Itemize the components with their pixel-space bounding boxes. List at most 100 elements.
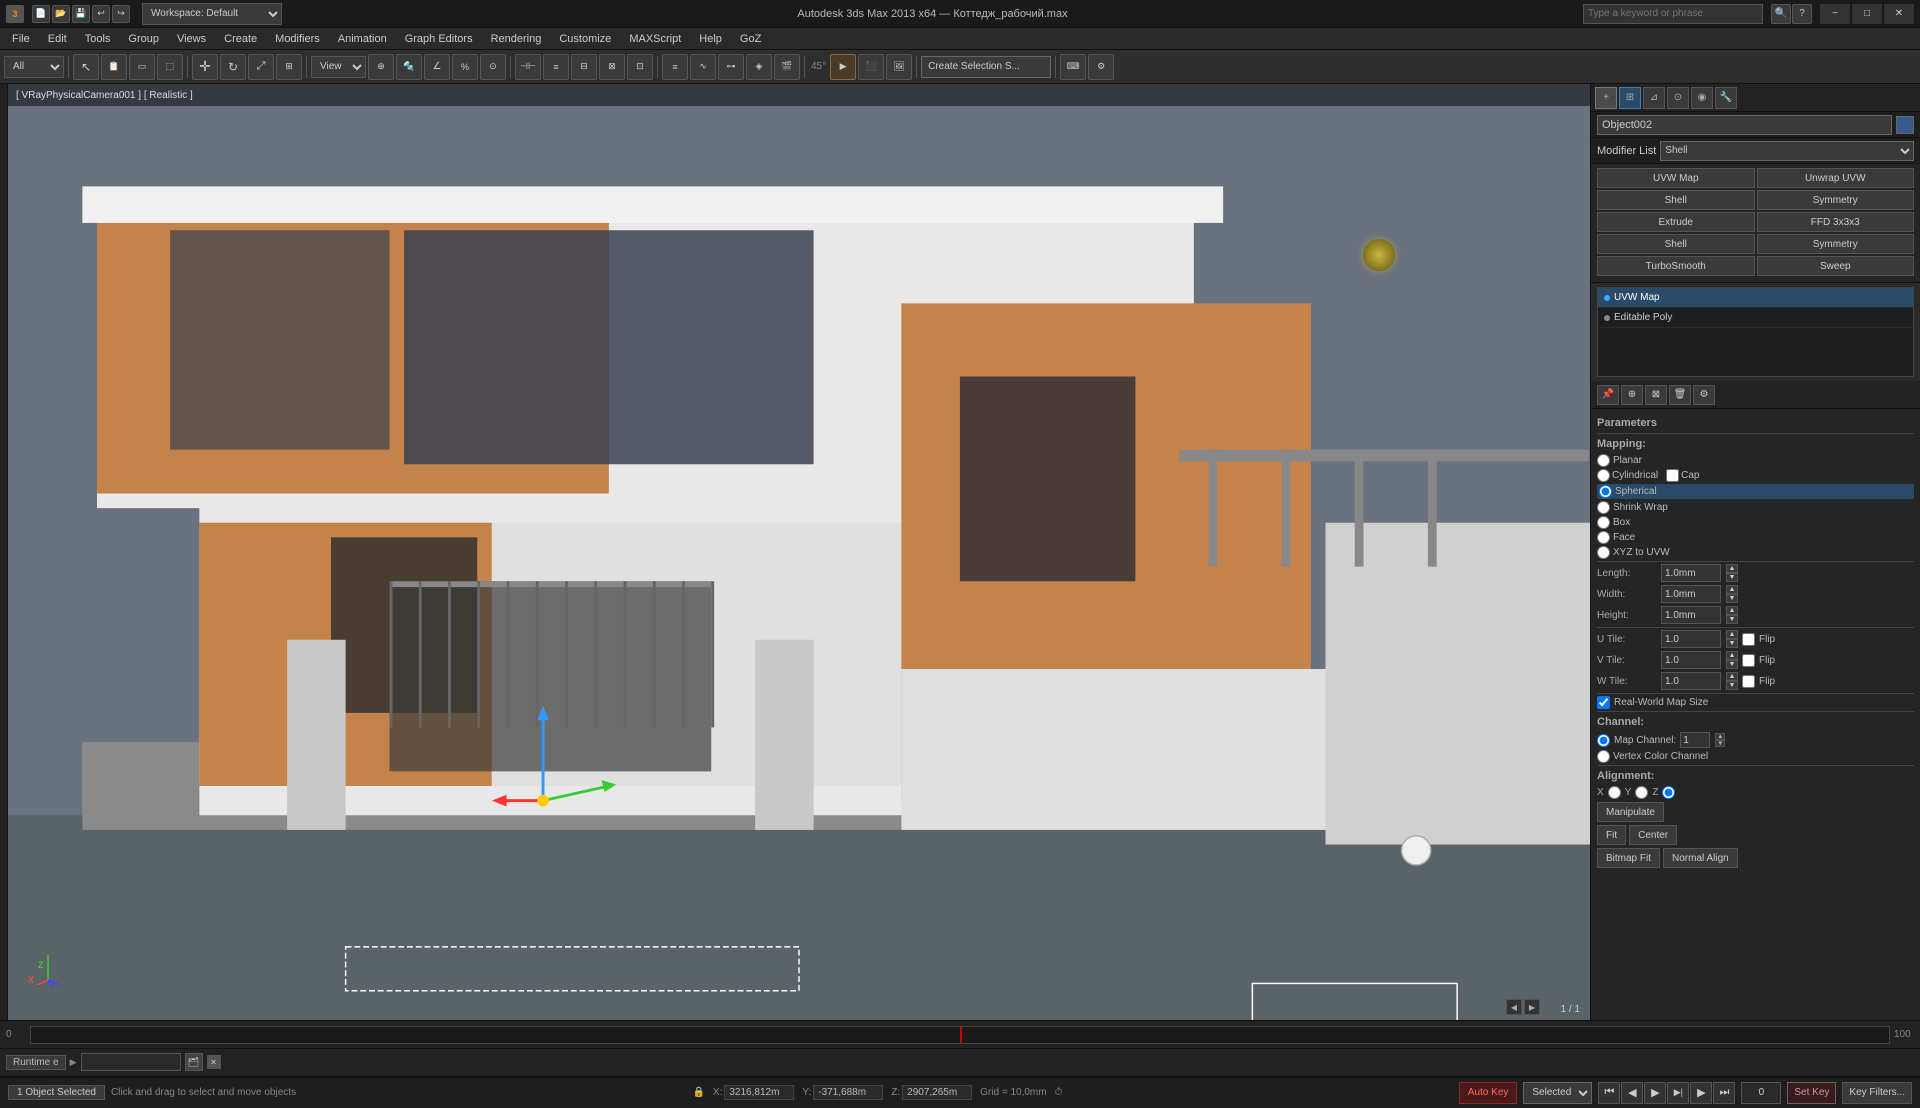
minimize-button[interactable]: − <box>1820 4 1850 24</box>
channel-vertex-color[interactable]: Vertex Color Channel <box>1597 750 1914 763</box>
redo-btn[interactable]: ↪ <box>112 5 130 23</box>
selection-filter[interactable]: All <box>4 56 64 78</box>
goto-start-btn[interactable]: ⏮ <box>1598 1082 1620 1104</box>
radio-spherical[interactable] <box>1599 485 1612 498</box>
mapchan-down[interactable]: ▼ <box>1715 740 1725 747</box>
rotate-btn[interactable]: ↻ <box>220 54 246 80</box>
stack-remove-btn[interactable]: 🗑 <box>1669 385 1691 405</box>
quick-render-btn[interactable]: ⬛ <box>858 54 884 80</box>
map-channel-input[interactable]: 1 <box>1680 732 1710 748</box>
stack-item-editable-poly[interactable]: Editable Poly <box>1598 308 1913 328</box>
percent-snap-btn[interactable]: % <box>452 54 478 80</box>
selected-dropdown[interactable]: Selected All <box>1523 1082 1592 1104</box>
align-btn[interactable]: ≡ <box>543 54 569 80</box>
create-selection-set[interactable] <box>921 56 1051 78</box>
mapchan-up[interactable]: ▲ <box>1715 733 1725 740</box>
mod-symmetry-1[interactable]: Symmetry <box>1757 190 1915 210</box>
timer-icon[interactable]: ⏱ <box>1055 1087 1063 1098</box>
play-btn[interactable]: ▶ <box>1644 1082 1666 1104</box>
bitmap-fit-btn[interactable]: Bitmap Fit <box>1597 848 1660 868</box>
select-object-btn[interactable]: ↖ <box>73 54 99 80</box>
stack-configure-btn[interactable]: ⚙ <box>1693 385 1715 405</box>
viewport[interactable]: [ VRayPhysicalCamera001 ] [ Realistic ] <box>8 84 1590 1020</box>
vtile-down[interactable]: ▼ <box>1726 660 1738 669</box>
align-radio-y[interactable] <box>1635 786 1648 799</box>
key-filters-btn[interactable]: Key Filters... <box>1842 1082 1912 1104</box>
tab-utilities[interactable]: 🔧 <box>1715 87 1737 109</box>
stack-item-uvw-map[interactable]: UVW Map <box>1598 288 1913 308</box>
keyboard-shortcut-override[interactable]: ⌨ <box>1060 54 1086 80</box>
mapping-xyz[interactable]: XYZ to UVW <box>1597 546 1914 559</box>
radio-box[interactable] <box>1597 516 1610 529</box>
menu-modifiers[interactable]: Modifiers <box>267 31 328 47</box>
mapping-shrinkwrap[interactable]: Shrink Wrap <box>1597 501 1914 514</box>
menu-animation[interactable]: Animation <box>330 31 395 47</box>
mapping-planar[interactable]: Planar <box>1597 454 1914 467</box>
radio-map-channel[interactable] <box>1597 734 1610 747</box>
length-input[interactable]: 1.0mm <box>1661 564 1721 582</box>
stack-pin-btn[interactable]: 📌 <box>1597 385 1619 405</box>
vtile-up[interactable]: ▲ <box>1726 651 1738 660</box>
height-input[interactable]: 1.0mm <box>1661 606 1721 624</box>
stack-show-result-btn[interactable]: ⊕ <box>1621 385 1643 405</box>
menu-maxscript[interactable]: MAXScript <box>621 31 689 47</box>
curve-editor-btn[interactable]: ∿ <box>690 54 716 80</box>
vtile-input[interactable]: 1.0 <box>1661 651 1721 669</box>
scale-uniform-btn[interactable]: ⊞ <box>276 54 302 80</box>
use-pivot-btn[interactable]: ⊕ <box>368 54 394 80</box>
menu-customize[interactable]: Customize <box>551 31 619 47</box>
length-up[interactable]: ▲ <box>1726 564 1738 573</box>
object-name-input[interactable]: Object002 <box>1597 115 1892 135</box>
utile-input[interactable]: 1.0 <box>1661 630 1721 648</box>
menu-tools[interactable]: Tools <box>77 31 119 47</box>
radio-vertex-color[interactable] <box>1597 750 1610 763</box>
width-up[interactable]: ▲ <box>1726 585 1738 594</box>
runtime-close-btn[interactable]: ✕ <box>207 1055 221 1069</box>
render-setup-btn[interactable]: 🎬 <box>774 54 800 80</box>
tab-motion[interactable]: ⊙ <box>1667 87 1689 109</box>
align-normal-btn[interactable]: ⊡ <box>627 54 653 80</box>
radio-cylindrical[interactable] <box>1597 469 1610 482</box>
radio-face[interactable] <box>1597 531 1610 544</box>
lock-icon[interactable]: 🔒 <box>692 1087 704 1098</box>
window-crossing-btn[interactable]: ⬚ <box>157 54 183 80</box>
angle-snap-btn[interactable]: ∠ <box>424 54 450 80</box>
menu-goz[interactable]: GoZ <box>732 31 769 47</box>
maximize-button[interactable]: □ <box>1852 4 1882 24</box>
timeline-track[interactable] <box>30 1026 1890 1044</box>
tab-create[interactable]: + <box>1595 87 1617 109</box>
stack-make-unique-btn[interactable]: ⊠ <box>1645 385 1667 405</box>
mod-ffd[interactable]: FFD 3x3x3 <box>1757 212 1915 232</box>
save-btn[interactable]: 💾 <box>72 5 90 23</box>
modifier-list-select[interactable]: Shell Symmetry UVW Map <box>1660 141 1914 161</box>
menu-help[interactable]: Help <box>691 31 730 47</box>
menu-graph-editors[interactable]: Graph Editors <box>397 31 481 47</box>
workspace-selector[interactable]: Workspace: DefaultWorkspace: Default <box>142 3 282 25</box>
rect-select-btn[interactable]: ▭ <box>129 54 155 80</box>
render-frame-btn[interactable]: 🖼 <box>886 54 912 80</box>
undo-btn[interactable]: ↩ <box>92 5 110 23</box>
close-button[interactable]: ✕ <box>1884 4 1914 24</box>
material-editor-btn[interactable]: ◈ <box>746 54 772 80</box>
layer-mgr-btn[interactable]: ≡ <box>662 54 688 80</box>
select-move-btn[interactable]: ✛ <box>192 54 218 80</box>
runtime-icon[interactable]: 🗂 <box>185 1053 203 1071</box>
schematic-btn[interactable]: ⊶ <box>718 54 744 80</box>
width-input[interactable]: 1.0mm <box>1661 585 1721 603</box>
normal-align-btn[interactable]: Normal Align <box>1663 848 1738 868</box>
prev-frame-btn[interactable]: ◀ <box>1506 999 1522 1015</box>
u-flip-checkbox[interactable] <box>1742 633 1755 646</box>
new-btn[interactable]: 📄 <box>32 5 50 23</box>
center-btn[interactable]: Center <box>1629 825 1677 845</box>
render-btn[interactable]: ▶ <box>830 54 856 80</box>
w-flip-checkbox[interactable] <box>1742 675 1755 688</box>
select-by-name-btn[interactable]: 📋 <box>101 54 127 80</box>
real-world-checkbox[interactable] <box>1597 696 1610 709</box>
mod-shell-1[interactable]: Shell <box>1597 190 1755 210</box>
menu-group[interactable]: Group <box>120 31 167 47</box>
height-down[interactable]: ▼ <box>1726 615 1738 624</box>
mod-uvw-map[interactable]: UVW Map <box>1597 168 1755 188</box>
current-frame-input[interactable] <box>1741 1082 1781 1104</box>
goto-end-btn[interactable]: ⏭ <box>1713 1082 1735 1104</box>
play-fwd-btn[interactable]: ▶| <box>1667 1082 1689 1104</box>
